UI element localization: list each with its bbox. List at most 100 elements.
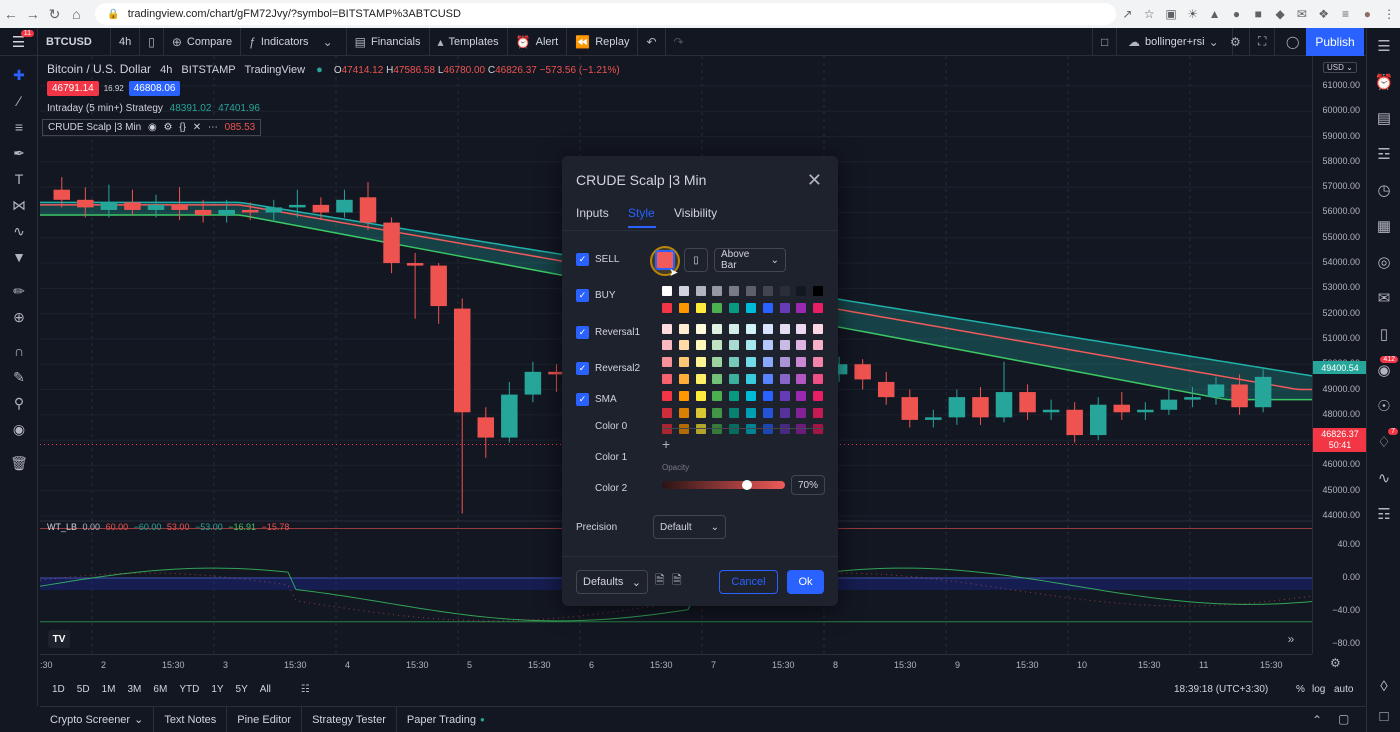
color-swatch[interactable] (813, 357, 824, 368)
avatar[interactable]: ● (1356, 7, 1378, 21)
color-swatch[interactable] (729, 374, 740, 384)
color-swatch[interactable] (662, 390, 672, 401)
text-icon[interactable]: T (0, 166, 38, 192)
color-swatch[interactable] (678, 390, 689, 401)
main-menu-button[interactable]: ☰ 11 (0, 27, 38, 56)
tab-text-notes[interactable]: Text Notes (154, 706, 228, 732)
extension-icon[interactable]: ■ (1247, 7, 1269, 21)
color-swatch[interactable] (746, 340, 756, 351)
puzzle-icon[interactable]: ❖ (1313, 7, 1335, 21)
color-swatch[interactable] (678, 357, 689, 368)
streams-icon[interactable]: ◉ 412 (1367, 352, 1400, 388)
color-swatch[interactable] (712, 340, 723, 351)
watchlist-icon[interactable]: ☰ (1367, 28, 1400, 64)
color-swatch[interactable] (762, 357, 773, 368)
color-swatch[interactable] (779, 374, 790, 384)
tab-paper-trading[interactable]: Paper Trading ● (397, 707, 495, 732)
color-swatch[interactable] (779, 286, 790, 296)
range-6m[interactable]: 6M (147, 684, 173, 695)
tradingview-logo-icon[interactable]: TV (48, 630, 70, 648)
redo-button[interactable]: ↷ (666, 28, 692, 56)
messages-icon[interactable]: ▯ (1367, 316, 1400, 352)
shape-select[interactable]: ▯ (684, 248, 708, 272)
color-swatch[interactable] (712, 424, 723, 435)
tree-icon[interactable]: ☶ (1367, 496, 1400, 532)
color-swatch[interactable] (746, 407, 756, 418)
layout-name-button[interactable]: ☁ bollinger+rsi ⌄ (1120, 27, 1233, 56)
color-swatch[interactable] (813, 286, 824, 296)
color-swatch[interactable] (779, 424, 790, 435)
location-select[interactable]: Above Bar ⌄ (714, 248, 786, 272)
color-swatch[interactable] (729, 302, 740, 313)
extension-icon[interactable]: ☀ (1182, 7, 1204, 21)
stay-drawing-icon[interactable]: ✎ (0, 364, 38, 390)
thumbs-down-icon[interactable]: ▼ (0, 244, 38, 270)
kebab-icon[interactable]: ⋮ (1378, 7, 1400, 21)
star-icon[interactable]: ☆ (1138, 7, 1160, 21)
color-swatch[interactable] (712, 357, 723, 368)
defaults-select[interactable]: Defaults ⌄ (576, 570, 648, 594)
cancel-button[interactable]: Cancel (719, 570, 778, 594)
color-swatch[interactable] (712, 390, 723, 401)
color-swatch[interactable] (695, 323, 706, 334)
color-swatch[interactable] (779, 390, 790, 401)
fullscreen-button[interactable]: ⛶ (1250, 27, 1276, 56)
reversal2-checkbox[interactable]: ✓ (576, 362, 589, 375)
color-swatch[interactable] (746, 302, 756, 313)
lock-icon[interactable]: ⚲ (0, 390, 38, 416)
zoom-icon[interactable]: ⊕ (0, 304, 38, 330)
color-swatch[interactable] (695, 407, 706, 418)
fib-icon[interactable]: ≡ (0, 114, 38, 140)
extension-icon[interactable]: ▲ (1204, 7, 1226, 21)
interval-button[interactable]: 4h (111, 27, 141, 56)
data-window-icon[interactable]: ▤ (1367, 100, 1400, 136)
tab-strategy-tester[interactable]: Strategy Tester (302, 706, 397, 732)
color-swatch[interactable] (779, 407, 790, 418)
color-swatch[interactable] (662, 357, 672, 368)
trend-line-icon[interactable]: ∕ (0, 88, 38, 114)
maximize-icon[interactable]: ▢ (1338, 712, 1349, 726)
publish-button[interactable]: Publish (1306, 28, 1364, 56)
color-swatch[interactable] (712, 302, 723, 313)
color-swatch[interactable] (762, 390, 773, 401)
financials-button[interactable]: ▤ Financials (347, 27, 430, 56)
color-swatch[interactable] (779, 302, 790, 313)
brush-icon[interactable]: ✒ (0, 140, 38, 166)
bell-icon[interactable]: ♢ 7 (1367, 424, 1400, 460)
layout-select-button[interactable]: □ (1092, 27, 1118, 56)
color-swatch[interactable] (796, 424, 807, 435)
auto-toggle[interactable]: auto (1328, 684, 1359, 695)
snapshot-button[interactable]: ◯ (1278, 27, 1309, 56)
range-3m[interactable]: 3M (122, 684, 148, 695)
color-swatch[interactable] (678, 407, 689, 418)
color-swatch[interactable] (695, 286, 706, 296)
color-swatch[interactable] (695, 424, 706, 435)
color-swatch[interactable] (813, 302, 824, 313)
color-swatch[interactable] (813, 424, 824, 435)
close-icon[interactable]: ✕ (193, 122, 201, 133)
reload-icon[interactable]: ↻ (44, 6, 66, 23)
color-swatch[interactable] (746, 374, 756, 384)
compare-button[interactable]: ⊕ Compare (164, 27, 242, 56)
magnet-icon[interactable]: ∩ (0, 338, 38, 364)
grid-icon[interactable]: ▦ (1367, 208, 1400, 244)
color-swatch[interactable] (729, 407, 740, 418)
symbol-search[interactable]: BTCUSD (38, 27, 111, 56)
color-swatch[interactable] (662, 302, 672, 313)
color-swatch[interactable] (762, 340, 773, 351)
color-swatch[interactable] (678, 374, 689, 384)
color-swatch[interactable] (762, 286, 773, 296)
color-swatch[interactable] (662, 340, 672, 351)
tab-style[interactable]: Style (628, 206, 655, 220)
color-swatch[interactable] (746, 390, 756, 401)
currency-select[interactable]: USD ⌄ (1323, 62, 1357, 73)
color-swatch[interactable] (762, 407, 773, 418)
back-icon[interactable]: ← (0, 6, 22, 22)
hotlist-icon[interactable]: ☲ (1367, 136, 1400, 172)
templates-button[interactable]: ▴ Templates (430, 27, 508, 56)
color-swatch[interactable] (813, 390, 824, 401)
color-swatch[interactable] (746, 286, 756, 296)
chart-type-button[interactable]: ▯ (140, 27, 164, 56)
color-swatch[interactable] (813, 374, 824, 384)
home-icon[interactable]: ⌂ (65, 6, 87, 22)
